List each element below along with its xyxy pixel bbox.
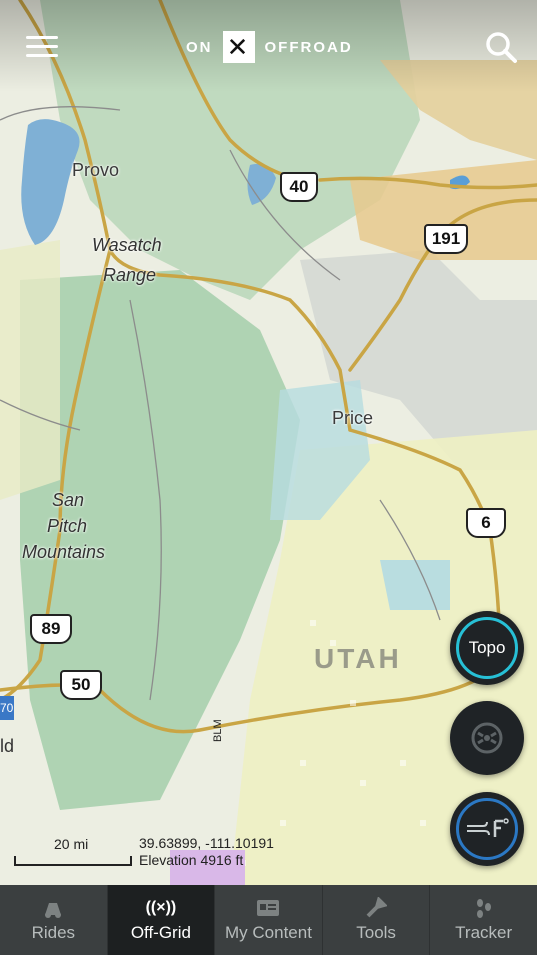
location-readout: 39.63899, -111.10191 Elevation 4916 ft bbox=[139, 835, 274, 869]
nav-label-off-grid: Off-Grid bbox=[130, 923, 191, 942]
elevation-text: Elevation 4916 ft bbox=[139, 852, 244, 868]
nav-item-rides[interactable]: Rides bbox=[0, 885, 108, 955]
menu-icon[interactable] bbox=[26, 36, 58, 60]
nav-label-tools: Tools bbox=[356, 923, 396, 942]
weather-ring bbox=[456, 798, 518, 860]
place-label-pitch: Pitch bbox=[47, 516, 88, 536]
highway-shield-40: 40 bbox=[280, 172, 318, 202]
nav-item-my-content[interactable]: My Content bbox=[215, 885, 323, 955]
rides-icon bbox=[40, 897, 66, 919]
bottom-nav: Rides ((×)) Off-Grid My Content Tools Tr… bbox=[0, 885, 537, 955]
tools-icon bbox=[363, 897, 389, 919]
off-grid-icon: ((×)) bbox=[145, 899, 177, 916]
highway-shield-6: 6 bbox=[466, 508, 506, 538]
nav-item-tracker[interactable]: Tracker bbox=[430, 885, 537, 955]
nav-item-off-grid[interactable]: ((×)) Off-Grid bbox=[107, 885, 216, 955]
logo-offroad-text: OFFROAD bbox=[264, 38, 353, 56]
nav-label-my-content: My Content bbox=[225, 923, 312, 942]
edge-label: ld bbox=[0, 736, 15, 756]
logo-on-text: ON bbox=[186, 38, 213, 56]
coordinates-text: 39.63899, -111.10191 bbox=[139, 835, 274, 851]
topo-layer-label: Topo bbox=[456, 617, 518, 679]
scale-label: 20 mi bbox=[54, 836, 89, 852]
top-bar: ON ✕ OFFROAD bbox=[0, 0, 537, 92]
blm-label: BLM bbox=[212, 719, 224, 742]
state-label: UTAH bbox=[314, 643, 402, 674]
highway-shield-191: 191 bbox=[424, 224, 468, 254]
place-label-wasatch: Wasatch bbox=[92, 235, 162, 255]
nav-item-tools[interactable]: Tools bbox=[323, 885, 431, 955]
logo-x-mark: ✕ bbox=[222, 31, 255, 63]
compass-button[interactable] bbox=[450, 701, 524, 775]
weather-button[interactable] bbox=[450, 792, 524, 866]
tracker-icon bbox=[471, 897, 497, 919]
scale-bar bbox=[14, 856, 132, 866]
map-scale: 20 mi bbox=[14, 836, 132, 866]
highway-shield-89: 89 bbox=[30, 614, 72, 644]
compass-icon bbox=[471, 722, 503, 754]
place-label-san: San bbox=[52, 490, 85, 510]
place-label-provo: Provo bbox=[72, 160, 120, 180]
highway-shield-50: 50 bbox=[60, 670, 102, 700]
wind-temperature-icon bbox=[467, 818, 509, 837]
place-label-mountains: Mountains bbox=[22, 542, 106, 562]
place-label-range: Range bbox=[103, 265, 157, 285]
nav-label-tracker: Tracker bbox=[455, 923, 513, 942]
nav-label-rides: Rides bbox=[31, 923, 76, 942]
interstate-shield-70: 70 bbox=[0, 696, 14, 720]
search-icon[interactable] bbox=[484, 30, 518, 64]
place-label-price: Price bbox=[332, 408, 374, 428]
topo-layer-button[interactable]: Topo bbox=[450, 611, 524, 685]
onx-offroad-logo: ON ✕ OFFROAD bbox=[186, 30, 353, 64]
my-content-icon bbox=[255, 897, 281, 919]
